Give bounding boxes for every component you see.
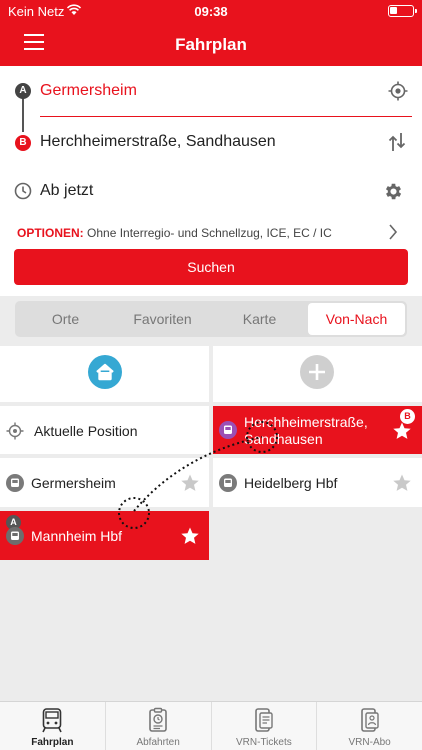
plus-icon [309,364,325,380]
chevron-right-icon[interactable] [388,224,398,240]
star-icon[interactable] [392,421,412,441]
battery-icon [388,5,417,17]
nav-fahrplan-label: Fahrplan [31,737,74,748]
train-icon [42,708,63,733]
search-button[interactable]: Suchen [14,249,408,285]
tab-favoriten[interactable]: Favoriten [114,303,211,335]
origin-field-underline [40,116,412,117]
subscription-icon [360,708,379,732]
departure-time-field[interactable]: Ab jetzt [40,182,93,200]
route-connector [22,98,24,132]
options-label: OPTIONEN: [17,226,84,240]
nav-abfahrten[interactable]: Abfahrten [106,702,212,750]
star-icon[interactable] [392,473,412,493]
clock-icon [14,182,32,200]
tickets-icon [255,708,273,732]
train-icon [219,474,237,492]
nav-vrn-tickets-label: VRN-Tickets [236,737,292,748]
train-icon [6,527,24,545]
origin-field[interactable]: Germersheim [40,82,137,100]
locate-icon [6,422,24,440]
tab-karte[interactable]: Karte [211,303,308,335]
home-icon [96,363,114,381]
add-place-button[interactable] [300,355,334,389]
nav-fahrplan[interactable]: Fahrplan [0,702,106,750]
tram-icon [219,421,237,439]
star-icon[interactable] [180,473,200,493]
nav-abfahrten-label: Abfahrten [136,737,180,748]
options-row[interactable]: OPTIONEN: Ohne Interregio- und Schnellzu… [17,226,332,240]
star-icon[interactable] [180,526,200,546]
clock-time: 09:38 [194,4,228,19]
destination-place-label: Herchheimerstraße, Sandhausen [244,414,368,447]
tab-von-nach[interactable]: Von-Nach [308,303,405,335]
swap-icon[interactable] [388,132,406,152]
status-bar: Kein Netz 09:38 [0,0,422,22]
nav-vrn-abo-label: VRN-Abo [348,737,391,748]
destination-field[interactable]: Herchheimerstraße, Sandhausen [40,133,276,151]
nav-vrn-tickets[interactable]: VRN-Tickets [212,702,318,750]
tab-orte[interactable]: Orte [17,303,114,335]
nav-vrn-abo[interactable]: VRN-Abo [317,702,422,750]
app-header: Kein Netz 09:38 Fahrplan [0,0,422,66]
train-icon [6,474,24,492]
origin-marker: A [15,83,31,99]
gear-icon[interactable] [383,181,404,202]
mannheim-label: Mannheim Hbf [31,528,123,544]
heidelberg-label: Heidelberg Hbf [244,475,338,491]
options-value: Ohne Interregio- und Schnellzug, ICE, EC… [87,226,332,240]
germersheim-label: Germersheim [31,475,116,491]
departures-icon [149,707,167,732]
segmented-tabs: Orte Favoriten Karte Von-Nach [15,301,407,337]
page-title: Fahrplan [175,35,247,54]
bottom-navigation: Fahrplan Abfahrten VRN-Tickets VRN-Abo [0,701,422,750]
destination-marker: B [15,135,31,151]
locate-icon[interactable] [388,81,408,101]
home-button[interactable] [88,355,122,389]
current-position-label: Aktuelle Position [34,423,138,439]
